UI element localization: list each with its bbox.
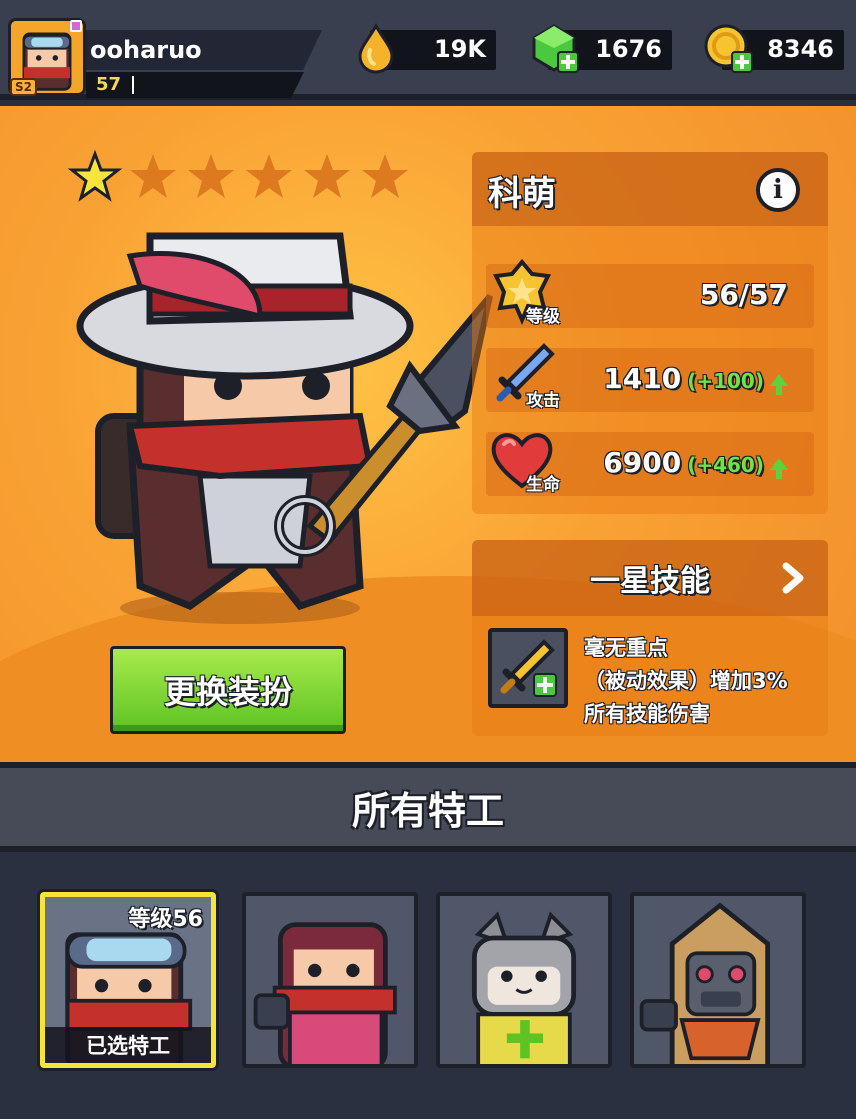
skill-effect-target: 所有技能伤害 — [584, 702, 710, 726]
kunoichi-agent-icon — [246, 896, 414, 1064]
attack-value-group: 1410 (+100) — [603, 362, 788, 395]
skill-panel[interactable]: 一星技能 毫无重点 （被动效果）增加3% 所有技能伤害 — [472, 540, 828, 736]
gems-value: 1676 — [595, 35, 662, 63]
agent-card-cat[interactable] — [436, 892, 612, 1068]
star-filled-icon — [68, 150, 122, 202]
star-empty-icon — [304, 154, 350, 198]
xp-bar-fill — [132, 76, 134, 94]
star-empty-icon — [362, 154, 408, 198]
gems-counter[interactable]: 1676 — [532, 24, 672, 73]
season-badge: S2 — [10, 78, 37, 96]
up-arrow-icon — [770, 374, 788, 395]
agents-section-header: 所有特工 — [0, 762, 856, 852]
attack-value: 1410 — [603, 362, 682, 395]
chevron-right-icon[interactable] — [774, 560, 810, 596]
agent-card-kunoichi[interactable] — [242, 892, 418, 1068]
stats-header: 科萌 i — [472, 152, 828, 226]
stat-row-level: 等级 56/57 — [486, 258, 814, 328]
gem-add-icon — [532, 24, 579, 73]
agent-card-selected[interactable]: 等级56 已选特工 — [40, 892, 216, 1068]
star-empty-icon — [246, 154, 292, 198]
level-label: 等级 — [526, 307, 560, 327]
player-level: 57 — [96, 74, 122, 95]
star-rating — [68, 150, 412, 204]
skill-icon-frame — [488, 628, 568, 708]
up-arrow-icon — [770, 458, 788, 479]
info-icon[interactable]: i — [756, 168, 800, 212]
golden-sword-icon — [500, 639, 557, 697]
hero-detail: 更换装扮 科萌 i 等级 56/57 攻击 1410 (+100) 生命 690… — [0, 106, 856, 762]
stat-row-health: 生命 6900 (+460) — [486, 432, 814, 496]
attack-label: 攻击 — [526, 391, 560, 411]
skill-title: 一星技能 — [590, 564, 710, 599]
agents-title: 所有特工 — [351, 788, 504, 833]
health-value: 6900 — [603, 446, 682, 479]
agent-card-robot[interactable] — [630, 892, 806, 1068]
notification-badge — [70, 20, 82, 32]
change-outfit-label: 更换装扮 — [163, 673, 292, 711]
skill-description: 毫无重点 （被动效果）增加3% 所有技能伤害 — [584, 632, 820, 731]
health-bonus: (+460) — [687, 453, 764, 477]
coins-value: 8346 — [767, 35, 834, 63]
hero-name: 科萌 — [488, 174, 556, 214]
level-value: 56/57 — [699, 278, 788, 311]
stats-panel: 科萌 i 等级 56/57 攻击 1410 (+100) 生命 6900 (+4… — [472, 152, 828, 514]
skill-name: 毫无重点 — [584, 636, 668, 660]
player-name: ooharuo — [90, 36, 202, 64]
elixir-counter[interactable]: 19K — [358, 22, 496, 74]
skill-header[interactable]: 一星技能 — [472, 540, 828, 616]
health-label: 生命 — [526, 475, 560, 495]
coins-counter[interactable]: 8346 — [704, 24, 844, 73]
selected-agent-label: 已选特工 — [45, 1027, 211, 1063]
elixir-value: 19K — [434, 35, 486, 63]
star-empty-icon — [130, 154, 176, 198]
hero-character-art — [76, 232, 493, 624]
change-outfit-button[interactable]: 更换装扮 — [110, 646, 346, 734]
stat-row-attack: 攻击 1410 (+100) — [486, 343, 814, 412]
cat-agent-icon — [440, 896, 608, 1064]
health-value-group: 6900 (+460) — [603, 446, 788, 479]
star-empty-icon — [188, 154, 234, 198]
agent-level: 等级56 — [128, 907, 203, 932]
coin-add-icon — [704, 24, 753, 73]
attack-bonus: (+100) — [687, 369, 764, 393]
top-bar: S2 ooharuo 57 19K 1676 8346 — [0, 0, 856, 100]
agents-list: 等级56 已选特工 — [0, 852, 856, 1119]
skill-effect: （被动效果）增加3% — [584, 669, 788, 693]
hooded-robot-agent-icon — [634, 896, 802, 1064]
elixir-drop-icon — [358, 22, 394, 74]
